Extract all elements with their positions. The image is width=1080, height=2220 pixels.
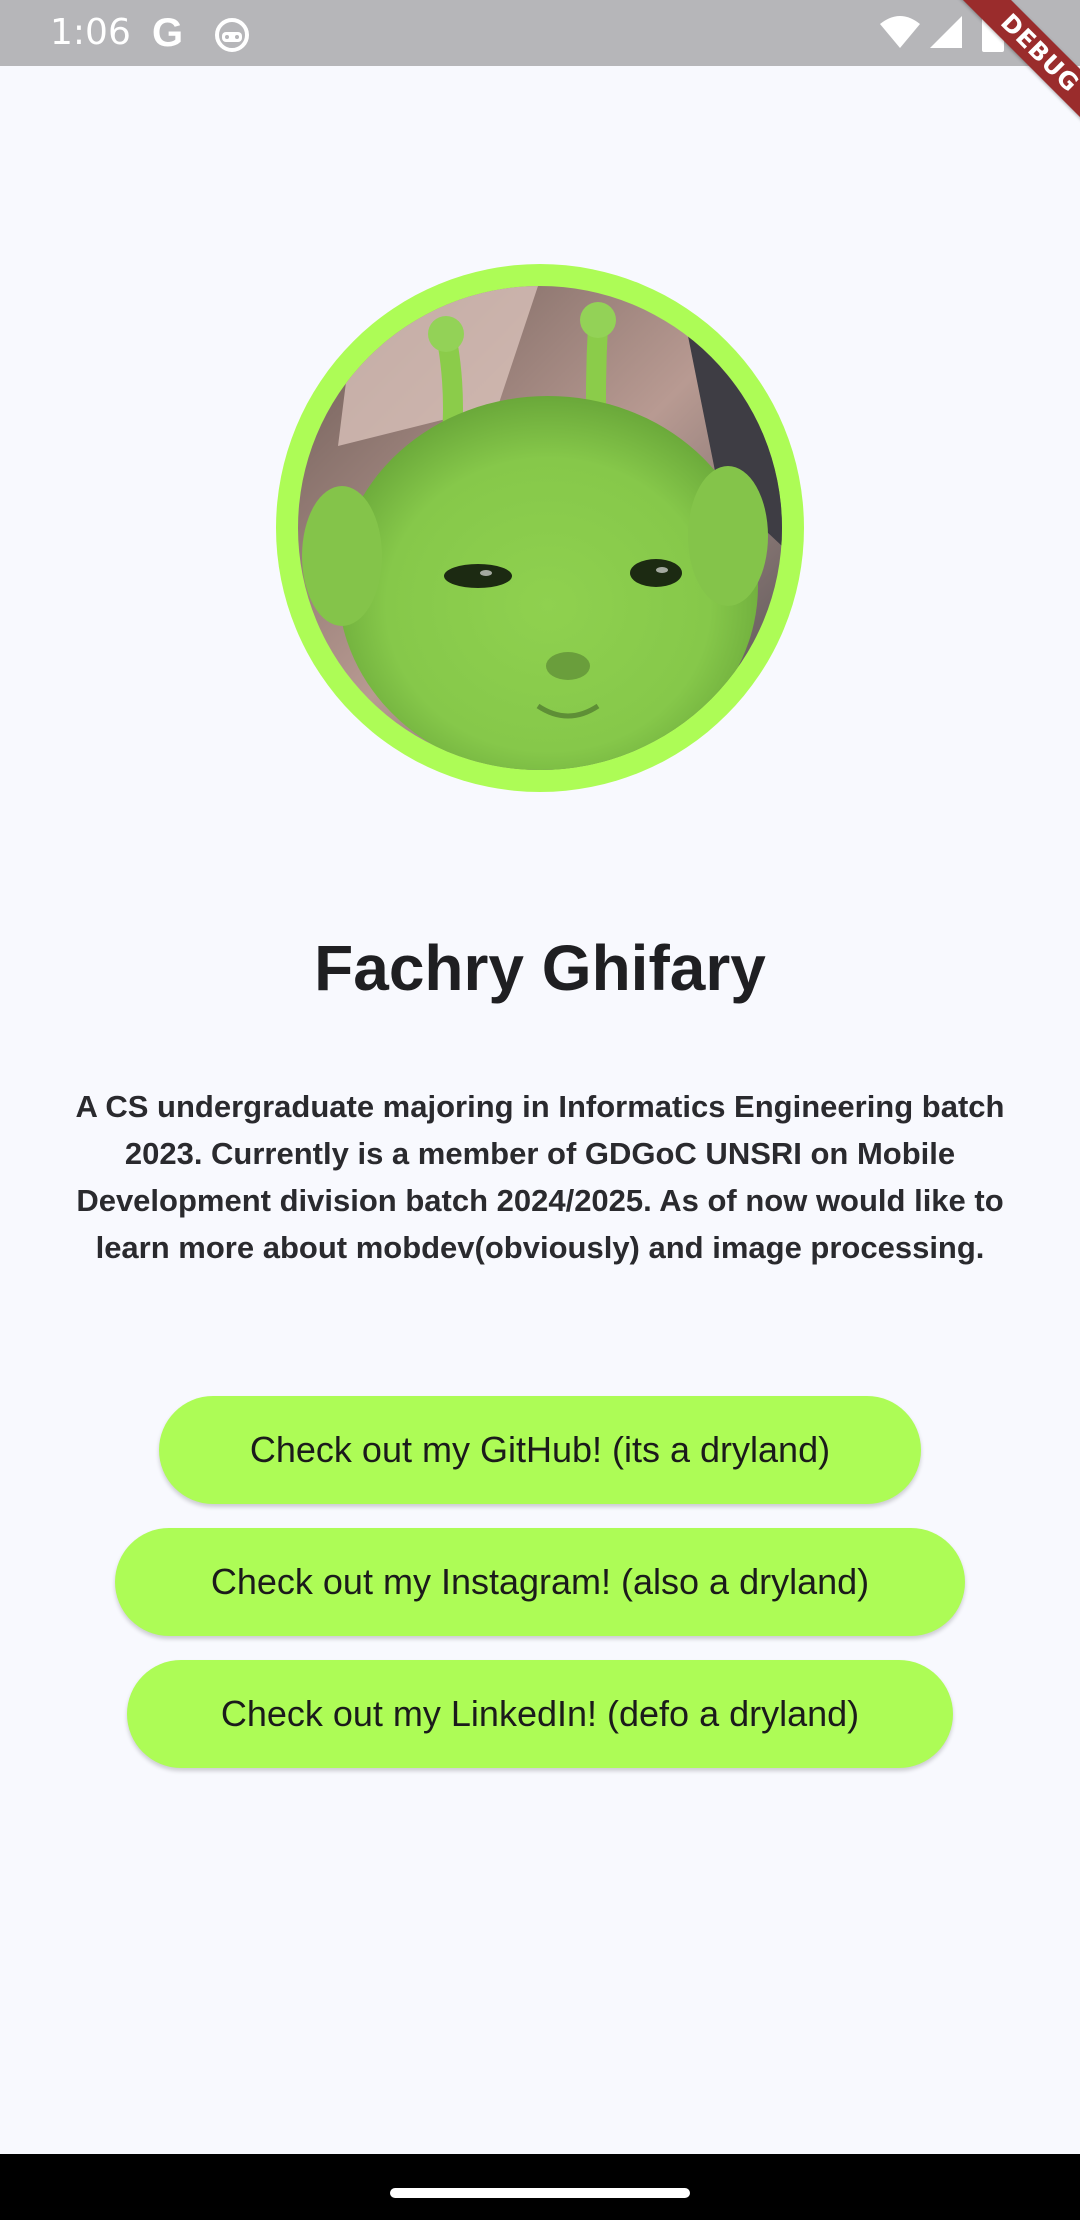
navigation-bar xyxy=(0,2154,1080,2220)
status-bar: 1:06 G xyxy=(0,0,1080,66)
linkedin-button[interactable]: Check out my LinkedIn! (defo a dryland) xyxy=(127,1660,953,1768)
github-button[interactable]: Check out my GitHub! (its a dryland) xyxy=(159,1396,921,1504)
green-cat-image xyxy=(298,286,782,770)
profile-name: Fachry Ghifary xyxy=(314,932,766,1004)
avatar xyxy=(276,264,804,792)
wifi-icon xyxy=(880,16,920,48)
instagram-button[interactable]: Check out my Instagram! (also a dryland) xyxy=(115,1528,965,1636)
profile-bio: A CS undergraduate majoring in Informati… xyxy=(75,1089,1005,1265)
home-gesture-handle[interactable] xyxy=(390,2188,690,2198)
robot-icon xyxy=(215,18,249,52)
status-time: 1:06 xyxy=(50,12,131,53)
google-icon: G xyxy=(152,11,184,55)
avatar-photo xyxy=(298,286,782,770)
signal-icon xyxy=(930,16,962,48)
